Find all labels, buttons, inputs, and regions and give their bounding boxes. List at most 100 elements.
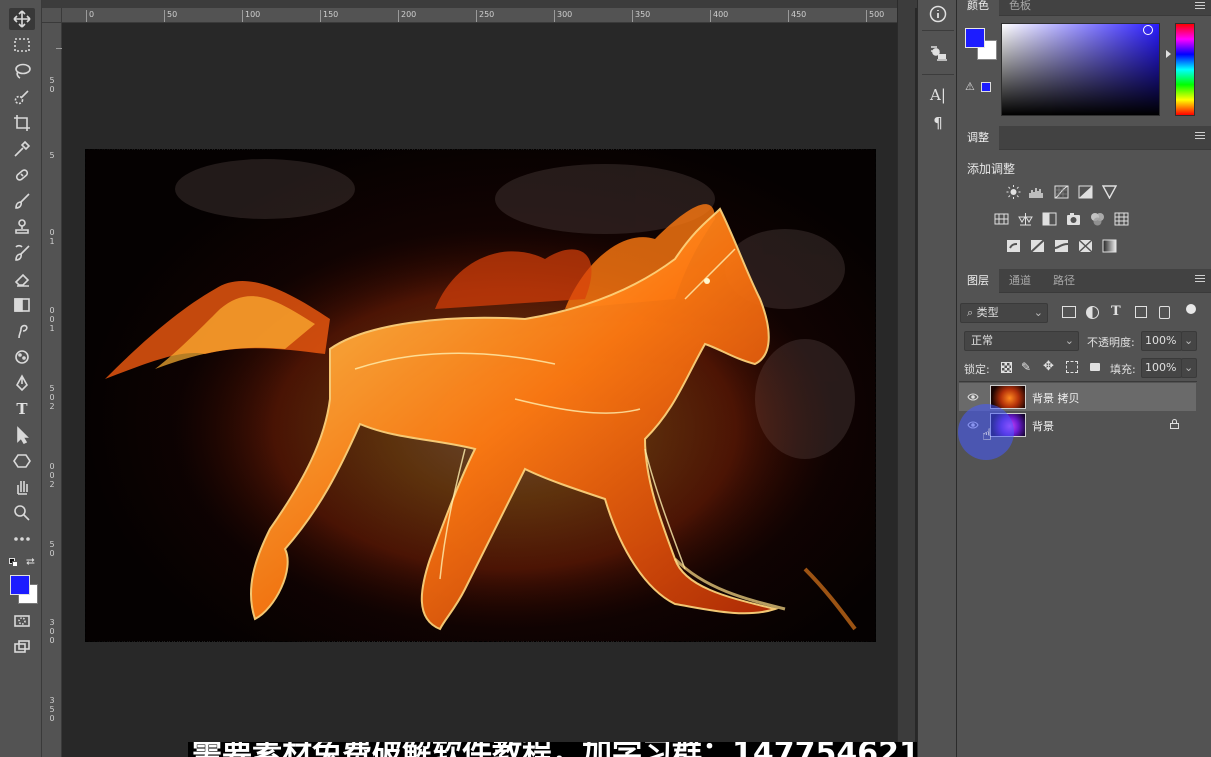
ruler-origin[interactable] <box>42 8 62 23</box>
chevron-down-icon: ⌄ <box>1033 306 1043 319</box>
move-tool-icon[interactable] <box>9 8 35 30</box>
lock-label: 锁定: <box>964 363 990 376</box>
color-lookup-icon[interactable] <box>1113 212 1129 226</box>
clone-stamp-tool-icon[interactable] <box>9 216 35 238</box>
lock-artboard-icon[interactable] <box>1066 361 1078 373</box>
filter-smart-object-icon[interactable] <box>1159 306 1170 319</box>
exposure-icon[interactable] <box>1077 185 1093 199</box>
healing-brush-tool-icon[interactable] <box>9 164 35 186</box>
filter-type-icon[interactable]: T <box>1111 304 1121 319</box>
swap-colors-icon[interactable]: ⮂ <box>26 555 35 569</box>
character-panel-icon[interactable]: A| <box>926 84 950 106</box>
canvas-vertical-scrollbar[interactable] <box>897 0 915 757</box>
collapsed-panels-strip: A| ¶ <box>917 0 957 757</box>
blend-mode-select[interactable]: 正常 ⌄ <box>964 331 1079 351</box>
out-of-gamut-warning-icon[interactable]: ⚠ <box>965 80 977 93</box>
history-brush-tool-icon[interactable] <box>9 242 35 264</box>
hand-cursor-icon: ☝ <box>982 425 992 444</box>
gradient-tool-icon[interactable] <box>9 294 35 316</box>
more-tools-icon[interactable] <box>9 528 35 550</box>
color-panel-tabs: 颜色 色板 <box>957 0 1211 16</box>
quick-mask-icon[interactable] <box>9 610 35 632</box>
smudge-tool-icon[interactable] <box>9 320 35 342</box>
screen-mode-icon[interactable] <box>9 636 35 658</box>
threshold-icon[interactable] <box>1053 239 1069 253</box>
fill-input[interactable]: 100% <box>1141 358 1182 378</box>
foreground-color-swatch[interactable] <box>10 575 30 595</box>
visibility-eye-icon[interactable] <box>967 392 979 402</box>
invert-icon[interactable] <box>1005 239 1021 253</box>
opacity-label: 不透明度: <box>1087 336 1135 349</box>
vibrance-icon[interactable] <box>1101 185 1117 199</box>
photo-filter-icon[interactable] <box>1065 212 1081 226</box>
color-panel-menu-icon[interactable] <box>1195 2 1205 12</box>
layers-panel-tabs: 图层 通道 路径 <box>957 269 1211 293</box>
color-picker-cursor[interactable] <box>1143 25 1153 35</box>
color-balance-icon[interactable] <box>1017 212 1033 226</box>
zoom-tool-icon[interactable] <box>9 502 35 524</box>
filter-pixel-icon[interactable] <box>1062 306 1076 318</box>
sponge-tool-icon[interactable] <box>9 346 35 368</box>
marquee-tool-icon[interactable] <box>9 34 35 56</box>
adjustments-panel-tabs: 调整 <box>957 126 1211 150</box>
eraser-tool-icon[interactable] <box>9 268 35 290</box>
channel-mixer-icon[interactable] <box>1089 212 1105 226</box>
chevron-down-icon: ⌄ <box>1064 334 1074 347</box>
default-colors-icon[interactable] <box>9 558 19 568</box>
color-panel-foreground-swatch[interactable] <box>965 28 985 48</box>
gradient-map-icon[interactable] <box>1101 239 1117 253</box>
hue-slider[interactable] <box>1175 23 1195 116</box>
layers-panel-menu-icon[interactable] <box>1195 275 1205 285</box>
fill-dropdown-icon[interactable]: ⌄ <box>1181 358 1197 378</box>
type-tool-icon[interactable]: T <box>9 398 35 420</box>
hue-saturation-icon[interactable] <box>993 212 1009 226</box>
tools-panel: T ⮂ <box>0 0 42 757</box>
divider <box>922 30 954 31</box>
add-adjustment-label: 添加调整 <box>967 162 1016 176</box>
brightness-contrast-icon[interactable] <box>1005 185 1021 199</box>
black-white-icon[interactable] <box>1041 212 1057 226</box>
shape-tool-icon[interactable] <box>9 450 35 472</box>
tab-color[interactable]: 颜色 <box>957 0 999 16</box>
eyedropper-tool-icon[interactable] <box>9 138 35 160</box>
levels-icon[interactable] <box>1028 185 1044 199</box>
lock-position-icon[interactable]: ✥ <box>1043 359 1054 374</box>
color-picker-field[interactable] <box>1001 23 1160 116</box>
path-selection-tool-icon[interactable] <box>9 424 35 446</box>
paragraph-panel-icon[interactable]: ¶ <box>926 112 950 134</box>
web-safe-color-swatch[interactable] <box>981 82 991 92</box>
curves-icon[interactable] <box>1053 185 1069 199</box>
selective-color-icon[interactable] <box>1077 239 1093 253</box>
divider <box>959 381 1197 382</box>
posterize-icon[interactable] <box>1029 239 1045 253</box>
layer-filter-select[interactable]: ⌕ 类型 ⌄ <box>960 303 1048 323</box>
fire-horse-image[interactable] <box>85 149 876 642</box>
lasso-tool-icon[interactable] <box>9 60 35 82</box>
tab-layers[interactable]: 图层 <box>957 269 999 293</box>
hue-slider-arrow[interactable] <box>1166 50 1171 58</box>
adjustments-panel-menu-icon[interactable] <box>1195 132 1205 142</box>
tab-adjustments[interactable]: 调整 <box>957 126 999 150</box>
info-icon[interactable] <box>926 3 950 25</box>
pen-tool-icon[interactable] <box>9 372 35 394</box>
tab-swatches[interactable]: 色板 <box>999 0 1041 16</box>
hand-tool-icon[interactable] <box>9 476 35 498</box>
filter-adjustment-icon[interactable] <box>1086 306 1099 319</box>
opacity-input[interactable]: 100% <box>1141 331 1182 351</box>
brush-tool-icon[interactable] <box>9 190 35 212</box>
tab-channels[interactable]: 通道 <box>999 269 1041 293</box>
crop-tool-icon[interactable] <box>9 112 35 134</box>
search-icon: ⌕ <box>967 306 974 319</box>
tab-paths[interactable]: 路径 <box>1043 269 1085 293</box>
opacity-dropdown-icon[interactable]: ⌄ <box>1181 331 1197 351</box>
filter-shape-icon[interactable] <box>1135 306 1147 318</box>
divider <box>922 74 954 75</box>
lock-icon <box>1170 419 1179 429</box>
lock-all-icon[interactable] <box>1090 363 1100 371</box>
filter-toggle-icon[interactable] <box>1186 304 1196 314</box>
properties-icon[interactable] <box>926 42 950 64</box>
quick-select-tool-icon[interactable] <box>9 86 35 108</box>
lock-transparent-pixels-icon[interactable] <box>1001 362 1012 373</box>
horizontal-ruler: 0 50 100 150 200 250 300 350 400 450 500 <box>62 8 897 23</box>
lock-image-pixels-icon[interactable]: ✎ <box>1021 360 1031 374</box>
